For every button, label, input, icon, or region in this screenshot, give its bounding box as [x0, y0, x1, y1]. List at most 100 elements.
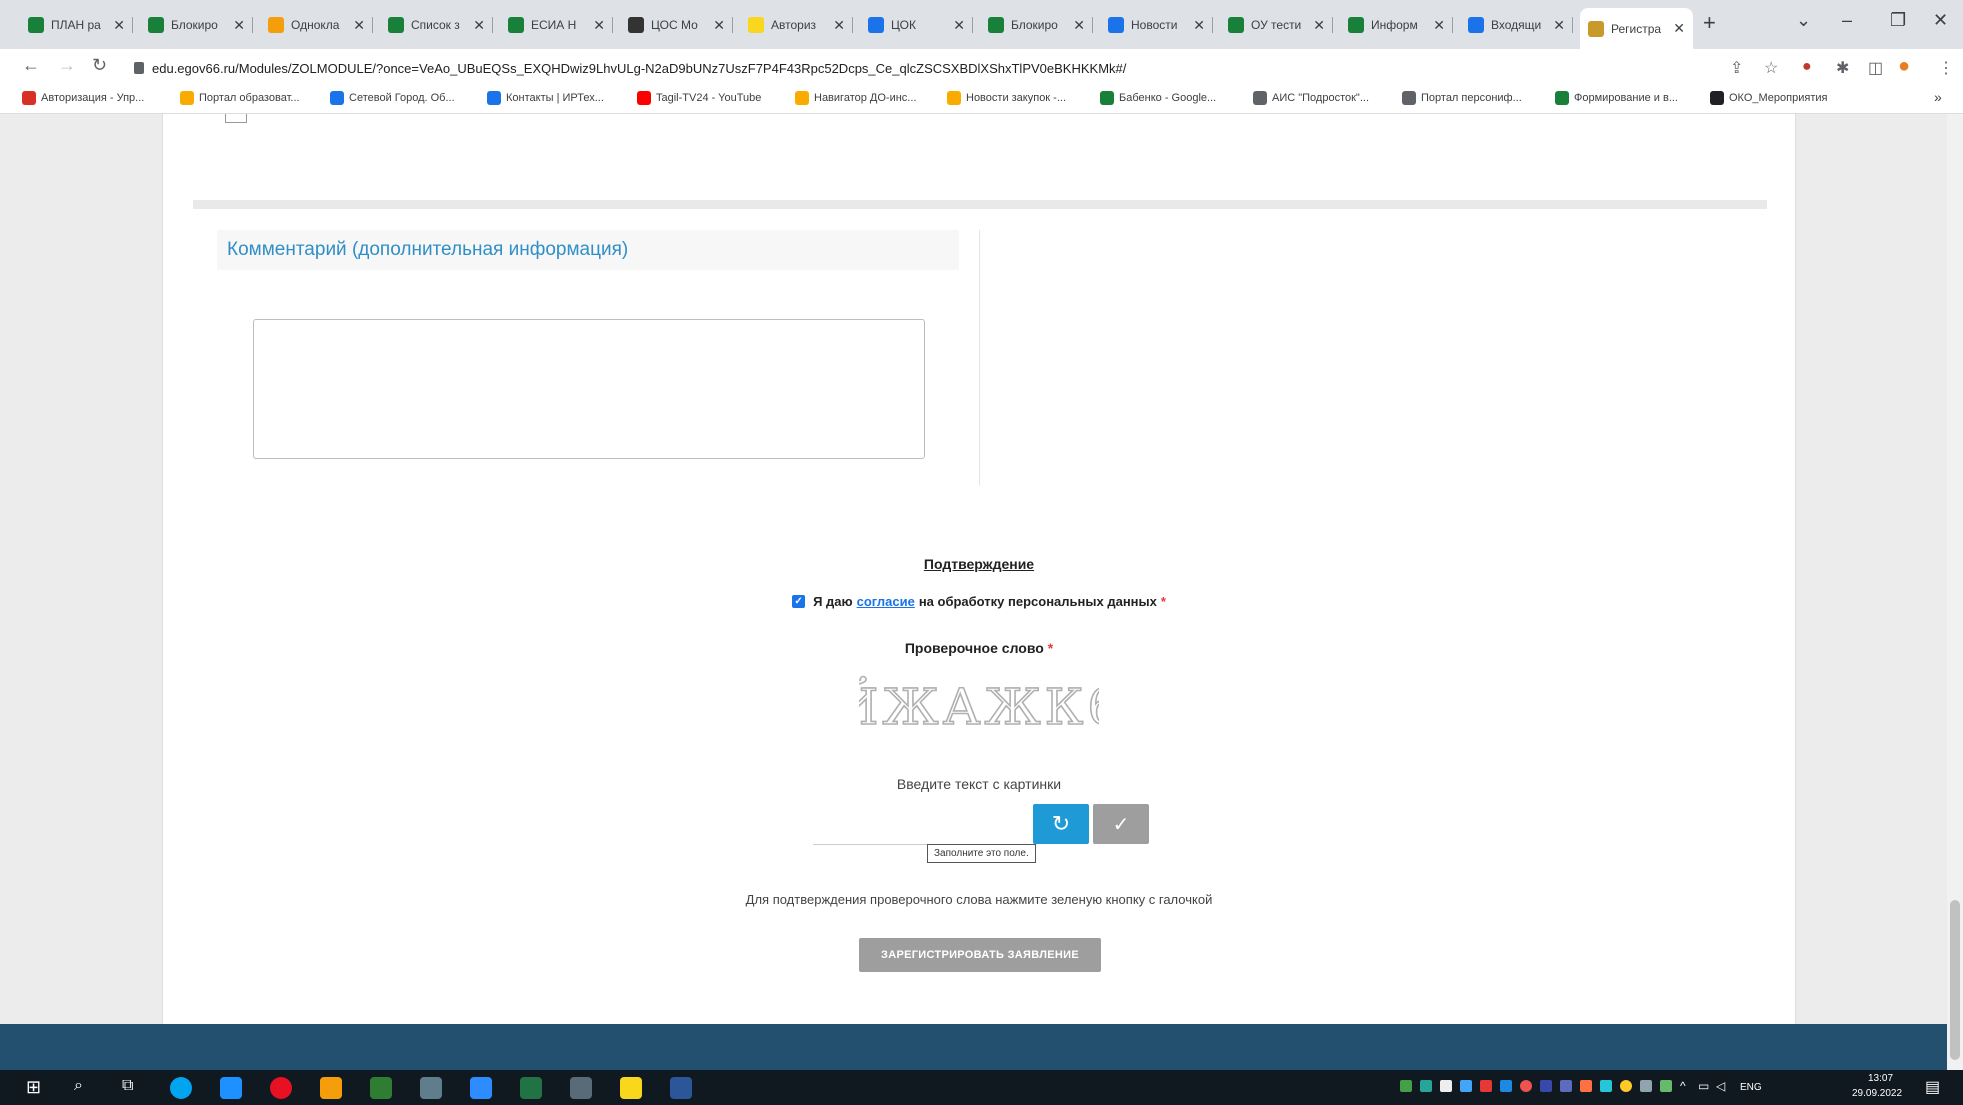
tab-close-icon[interactable]: ✕: [713, 17, 725, 34]
bookmark-item[interactable]: Сетевой Город. Об...: [330, 91, 455, 105]
tray-app-icon[interactable]: [1620, 1080, 1632, 1092]
browser-tab[interactable]: Информ ✕: [1340, 8, 1453, 42]
tab-close-icon[interactable]: ✕: [593, 17, 605, 34]
bookmark-item[interactable]: Контакты | ИРТех...: [487, 91, 604, 105]
consent-link[interactable]: согласие: [857, 594, 915, 609]
bookmark-item[interactable]: Новости закупок -...: [947, 91, 1066, 105]
chrome-icon[interactable]: [570, 1077, 592, 1099]
tray-app-icon[interactable]: [1660, 1080, 1672, 1092]
excel-icon[interactable]: [520, 1077, 542, 1099]
search-icon[interactable]: ⌕: [74, 1077, 83, 1095]
paint-icon[interactable]: [420, 1077, 442, 1099]
bookmark-item[interactable]: Формирование и в...: [1555, 91, 1678, 105]
edge-icon[interactable]: [220, 1077, 242, 1099]
tray-app-icon[interactable]: [1580, 1080, 1592, 1092]
tray-app-icon[interactable]: [1420, 1080, 1432, 1092]
forward-icon[interactable]: →: [58, 55, 76, 76]
tray-app-icon[interactable]: [1460, 1080, 1472, 1092]
word-icon[interactable]: [670, 1077, 692, 1099]
register-application-button[interactable]: ЗАРЕГИСТРИРОВАТЬ ЗАЯВЛЕНИЕ: [859, 938, 1101, 972]
bookmark-item[interactable]: Навигатор ДО-инс...: [795, 91, 916, 105]
share-icon[interactable]: ⇪: [1730, 58, 1743, 78]
extensions-puzzle-icon[interactable]: ✱: [1836, 58, 1849, 78]
new-tab-button[interactable]: +: [1703, 10, 1716, 36]
browser-tab[interactable]: Однокла ✕: [260, 8, 373, 42]
back-icon[interactable]: ←: [22, 55, 40, 76]
skype-icon[interactable]: [170, 1077, 192, 1099]
tab-close-icon[interactable]: ✕: [353, 17, 365, 34]
tab-close-icon[interactable]: ✕: [233, 17, 245, 34]
minimize-icon[interactable]: –: [1842, 10, 1852, 31]
consent-checkbox[interactable]: ✓: [792, 595, 806, 608]
reload-icon[interactable]: ↻: [92, 55, 107, 76]
tab-close-icon[interactable]: ✕: [1673, 20, 1685, 37]
tray-app-icon[interactable]: [1640, 1080, 1652, 1092]
bookmark-item[interactable]: Портал образоват...: [180, 91, 300, 105]
notifications-icon[interactable]: ▤: [1925, 1077, 1940, 1097]
spreadsheet-icon[interactable]: [370, 1077, 392, 1099]
tray-app-icon[interactable]: [1540, 1080, 1552, 1092]
tab-close-icon[interactable]: ✕: [833, 17, 845, 34]
menu-kebab-icon[interactable]: ⋮: [1938, 58, 1954, 78]
tab-close-icon[interactable]: ✕: [953, 17, 965, 34]
browser-tab[interactable]: Блокиро ✕: [140, 8, 253, 42]
browser-tab[interactable]: Входящи ✕: [1460, 8, 1573, 42]
captcha-refresh-button[interactable]: ↻: [1033, 804, 1089, 844]
task-view-icon[interactable]: ⧉: [122, 1077, 133, 1095]
tray-app-icon[interactable]: [1400, 1080, 1412, 1092]
tab-close-icon[interactable]: ✕: [473, 17, 485, 34]
bookmark-star-icon[interactable]: ☆: [1764, 58, 1778, 78]
tray-app-icon[interactable]: [1440, 1080, 1452, 1092]
language-indicator[interactable]: ENG: [1740, 1082, 1762, 1093]
tray-app-icon[interactable]: [1480, 1080, 1492, 1092]
comment-textarea[interactable]: [253, 319, 925, 459]
browser-tab[interactable]: Новости ✕: [1100, 8, 1213, 42]
tray-app-icon[interactable]: [1500, 1080, 1512, 1092]
tab-close-icon[interactable]: ✕: [1193, 17, 1205, 34]
tab-close-icon[interactable]: ✕: [1433, 17, 1445, 34]
bookmarks-overflow-icon[interactable]: »: [1934, 89, 1942, 105]
browser-tab[interactable]: ОУ тести ✕: [1220, 8, 1333, 42]
tab-close-icon[interactable]: ✕: [1553, 17, 1565, 34]
browser-tab[interactable]: ПЛАН ра ✕: [20, 8, 133, 42]
tray-app-icon[interactable]: [1600, 1080, 1612, 1092]
ok-app-icon[interactable]: [320, 1077, 342, 1099]
bookmark-item[interactable]: ОКО_Мероприятия: [1710, 91, 1827, 105]
browser-tab[interactable]: ЦОС Мо ✕: [620, 8, 733, 42]
browser-tab[interactable]: Регистра ✕: [1580, 8, 1693, 49]
restore-icon[interactable]: ❐: [1890, 10, 1906, 31]
bookmark-item[interactable]: Портал персониф...: [1402, 91, 1522, 105]
zoom-icon[interactable]: [470, 1077, 492, 1099]
scrollbar-thumb[interactable]: [1950, 900, 1960, 1060]
tray-app-icon[interactable]: [1520, 1080, 1532, 1092]
page-scrollbar[interactable]: [1947, 114, 1963, 1070]
file-explorer-icon[interactable]: [620, 1077, 642, 1099]
browser-tab[interactable]: Блокиро ✕: [980, 8, 1093, 42]
profile-avatar[interactable]: ●: [1898, 55, 1910, 78]
partial-checkbox[interactable]: [225, 114, 247, 123]
extension-icon[interactable]: ●: [1802, 58, 1812, 76]
url-field[interactable]: edu.egov66.ru/Modules/ZOLMODULE/?once=Ve…: [122, 53, 1722, 83]
browser-tab[interactable]: Список з ✕: [380, 8, 493, 42]
browser-tab[interactable]: Авториз ✕: [740, 8, 853, 42]
clock-date[interactable]: 29.09.2022: [1852, 1088, 1902, 1099]
opera-icon[interactable]: [270, 1077, 292, 1099]
tray-overflow-icon[interactable]: ^: [1680, 1079, 1686, 1093]
browser-tab[interactable]: ЦОК ✕: [860, 8, 973, 42]
clock-time[interactable]: 13:07: [1868, 1073, 1893, 1084]
captcha-confirm-button[interactable]: ✓: [1093, 804, 1149, 844]
tab-close-icon[interactable]: ✕: [113, 17, 125, 34]
bookmark-item[interactable]: АИС "Подросток"...: [1253, 91, 1369, 105]
bookmark-item[interactable]: Бабенко - Google...: [1100, 91, 1216, 105]
network-icon[interactable]: ▭: [1698, 1079, 1709, 1093]
tab-close-icon[interactable]: ✕: [1313, 17, 1325, 34]
windows-start-icon[interactable]: ⊞: [26, 1077, 41, 1098]
captcha-input[interactable]: [813, 804, 993, 845]
side-panel-icon[interactable]: ◫: [1868, 58, 1883, 78]
tab-search-icon[interactable]: ⌄: [1796, 10, 1811, 31]
close-window-icon[interactable]: ✕: [1933, 10, 1948, 31]
volume-icon[interactable]: ◁: [1716, 1079, 1725, 1093]
browser-tab[interactable]: ЕСИА Н ✕: [500, 8, 613, 42]
tab-close-icon[interactable]: ✕: [1073, 17, 1085, 34]
bookmark-item[interactable]: Авторизация - Упр...: [22, 91, 144, 105]
